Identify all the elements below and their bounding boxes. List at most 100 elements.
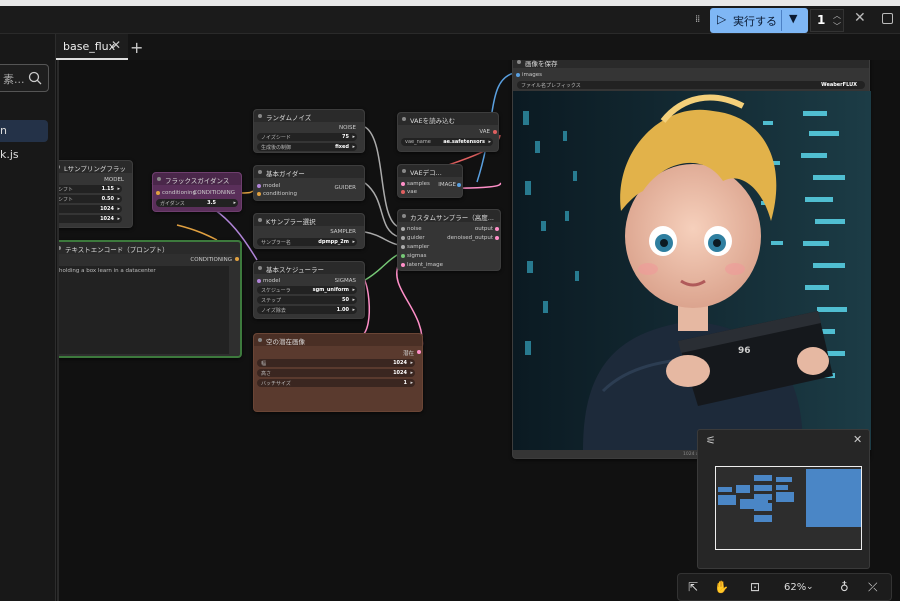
input-port[interactable] bbox=[156, 191, 160, 195]
input-port[interactable] bbox=[401, 182, 405, 186]
widget-width[interactable]: 1024 ▸ bbox=[57, 205, 122, 213]
widget-vae-name[interactable]: vae_name ae.safetensors ▸ bbox=[401, 138, 493, 146]
node-vae-loader[interactable]: VAEを読み込む VAE vae_name ae.safetensors ▸ bbox=[397, 112, 499, 152]
lightbulb-icon[interactable]: ♁ bbox=[840, 580, 849, 594]
output-port[interactable] bbox=[235, 257, 239, 261]
node-basic-guider[interactable]: 基本ガイダー model conditioning GUIDER bbox=[253, 165, 365, 201]
minimap-settings-icon[interactable]: ⚟ bbox=[706, 434, 716, 447]
node-basic-scheduler[interactable]: 基本スケジューラー model SIGMAS スケジューラ sgm_uniform… bbox=[253, 261, 365, 319]
input-port[interactable] bbox=[401, 245, 405, 249]
widget-noise-seed[interactable]: ノイズシード 75 ▸ bbox=[257, 133, 357, 141]
fit-view-icon[interactable]: ⊡ bbox=[750, 580, 760, 594]
chevron-down-icon[interactable]: ▼ bbox=[789, 12, 797, 25]
widget-scheduler[interactable]: スケジューラ sgm_uniform ▸ bbox=[257, 286, 357, 294]
node-title: VAEデコ... bbox=[398, 165, 462, 177]
chevron-up-icon[interactable]: ︿ bbox=[833, 10, 841, 21]
arrow-right-icon[interactable]: ▸ bbox=[352, 297, 355, 303]
input-port[interactable] bbox=[401, 227, 405, 231]
arrow-right-icon[interactable]: ▸ bbox=[233, 200, 236, 206]
output-port[interactable] bbox=[493, 130, 497, 134]
chevron-down-small-icon[interactable]: ﹀ bbox=[833, 21, 841, 32]
maximize-icon[interactable] bbox=[882, 13, 893, 24]
minimap-panel[interactable]: ⚟ ✕ bbox=[697, 429, 870, 569]
tab-base-flux[interactable]: base_flux ✕ bbox=[56, 34, 128, 60]
node-title: テキストエンコード（プロンプト） bbox=[57, 242, 240, 254]
link-toggle-icon[interactable]: ⤫ bbox=[868, 580, 878, 595]
arrow-right-icon[interactable]: ▸ bbox=[117, 216, 120, 222]
select-cursor-icon[interactable]: ⇱ bbox=[688, 580, 698, 594]
input-port[interactable] bbox=[257, 279, 261, 283]
drag-handle-icon[interactable]: ⁞⁞ bbox=[695, 14, 700, 25]
hand-pan-icon[interactable]: ✋ bbox=[714, 580, 729, 594]
arrow-right-icon[interactable]: ▸ bbox=[117, 186, 120, 192]
node-ksampler-select[interactable]: Kサンプラー選択 SAMPLER サンプラー名 dpmpp_2m ▸ bbox=[253, 213, 365, 249]
node-flux-guidance[interactable]: フラックスガイダンス conditioning CONDITIONING ガイダ… bbox=[152, 172, 242, 212]
queue-count-stepper[interactable]: 1 ︿ ﹀ bbox=[810, 9, 844, 32]
node-title: ランダムノイズ bbox=[254, 110, 364, 122]
input-label: model bbox=[263, 183, 281, 189]
minimap-close-icon[interactable]: ✕ bbox=[853, 433, 862, 446]
node-title: フラックスガイダンス bbox=[153, 173, 241, 185]
output-label: GUIDER bbox=[334, 185, 356, 191]
node-vae-decode[interactable]: VAEデコ... samples vae IMAGE bbox=[397, 164, 463, 198]
output-port[interactable] bbox=[457, 183, 461, 187]
arrow-right-icon[interactable]: ▸ bbox=[410, 360, 413, 366]
widget-denoise[interactable]: ノイズ除去 1.00 ▸ bbox=[257, 306, 357, 314]
arrow-right-icon[interactable]: ▸ bbox=[117, 196, 120, 202]
arrow-right-icon[interactable]: ▸ bbox=[117, 206, 120, 212]
node-random-noise[interactable]: ランダムノイズ NOISE ノイズシード 75 ▸ 生成後の制御 fixed ▸ bbox=[253, 109, 365, 153]
output-port[interactable] bbox=[417, 350, 421, 354]
run-button[interactable]: ▷ 実行する ▼ bbox=[710, 8, 808, 33]
zoom-chevron-icon[interactable]: ⌄ bbox=[806, 582, 814, 592]
arrow-right-icon[interactable]: ▸ bbox=[352, 134, 355, 140]
output-label: SIGMAS bbox=[334, 278, 356, 284]
node-empty-latent[interactable]: 空の潜在画像 潜在 幅 1024 ▸ 高さ 1024 ▸ バッチサイズ 1 ▸ bbox=[253, 333, 423, 412]
prompt-textarea[interactable]: holding a box learn in a datacenter bbox=[57, 266, 229, 354]
widget-shift-1[interactable]: シフト 1.15 ▸ bbox=[57, 185, 122, 193]
node-custom-sampler[interactable]: カスタムサンプラー（高度... noise guider sampler sig… bbox=[397, 209, 501, 271]
close-icon[interactable]: ✕ bbox=[854, 10, 866, 26]
widget-guidance[interactable]: ガイダンス 3.5 ▸ bbox=[156, 199, 238, 207]
widget-width[interactable]: 幅 1024 ▸ bbox=[257, 359, 415, 367]
arrow-right-icon[interactable]: ▸ bbox=[352, 144, 355, 150]
widget-steps[interactable]: ステップ 50 ▸ bbox=[257, 296, 357, 304]
tab-close-icon[interactable]: ✕ bbox=[111, 38, 121, 52]
add-tab-icon[interactable]: + bbox=[130, 38, 143, 57]
input-port[interactable] bbox=[401, 254, 405, 258]
output-port[interactable] bbox=[495, 227, 499, 231]
zoom-level[interactable]: 62% bbox=[784, 582, 806, 593]
minimap-viewport[interactable] bbox=[715, 466, 862, 550]
output-label: denoised_output bbox=[447, 235, 493, 241]
input-port[interactable] bbox=[401, 263, 405, 267]
canvas-scrollbar[interactable] bbox=[57, 60, 59, 601]
input-label: sigmas bbox=[407, 253, 427, 259]
widget-batch-size[interactable]: バッチサイズ 1 ▸ bbox=[257, 379, 415, 387]
input-port[interactable] bbox=[257, 192, 261, 196]
node-title: Lサンプリングフラッ bbox=[57, 161, 132, 173]
arrow-right-icon[interactable]: ▸ bbox=[352, 239, 355, 245]
node-save-image[interactable]: 画像を保存 images ファイル名プレフィックス WeaberFLUX 96 … bbox=[512, 60, 871, 459]
arrow-right-icon[interactable]: ▸ bbox=[352, 287, 355, 293]
input-port[interactable] bbox=[401, 236, 405, 240]
widget-height[interactable]: 1024 ▸ bbox=[57, 215, 122, 223]
sidebar-item-2[interactable]: k.js bbox=[0, 144, 48, 166]
search-input[interactable]: 素... bbox=[0, 64, 49, 92]
widget-sampler-name[interactable]: サンプラー名 dpmpp_2m ▸ bbox=[257, 238, 357, 246]
node-sampling-flux[interactable]: Lサンプリングフラッ MODEL シフト 1.15 ▸ シフト 0.50 ▸ 1024 ▸… bbox=[57, 160, 133, 228]
input-port[interactable] bbox=[257, 184, 261, 188]
arrow-right-icon[interactable]: ▸ bbox=[352, 307, 355, 313]
sidebar-item-1[interactable]: n bbox=[0, 120, 48, 142]
widget-control-after[interactable]: 生成後の制御 fixed ▸ bbox=[257, 143, 357, 151]
node-text-encode[interactable]: テキストエンコード（プロンプト） CONDITIONING holding a … bbox=[57, 240, 242, 358]
widget-shift-2[interactable]: シフト 0.50 ▸ bbox=[57, 195, 122, 203]
input-port[interactable] bbox=[401, 190, 405, 194]
widget-height[interactable]: 高さ 1024 ▸ bbox=[257, 369, 415, 377]
input-label: samples bbox=[407, 181, 430, 187]
input-port[interactable] bbox=[516, 73, 520, 77]
arrow-right-icon[interactable]: ▸ bbox=[410, 370, 413, 376]
arrow-right-icon[interactable]: ▸ bbox=[410, 380, 413, 386]
arrow-right-icon[interactable]: ▸ bbox=[488, 139, 491, 145]
widget-filename-prefix[interactable]: ファイル名プレフィックス WeaberFLUX bbox=[517, 81, 865, 89]
output-port[interactable] bbox=[495, 236, 499, 240]
node-output-label: MODEL bbox=[104, 177, 124, 183]
